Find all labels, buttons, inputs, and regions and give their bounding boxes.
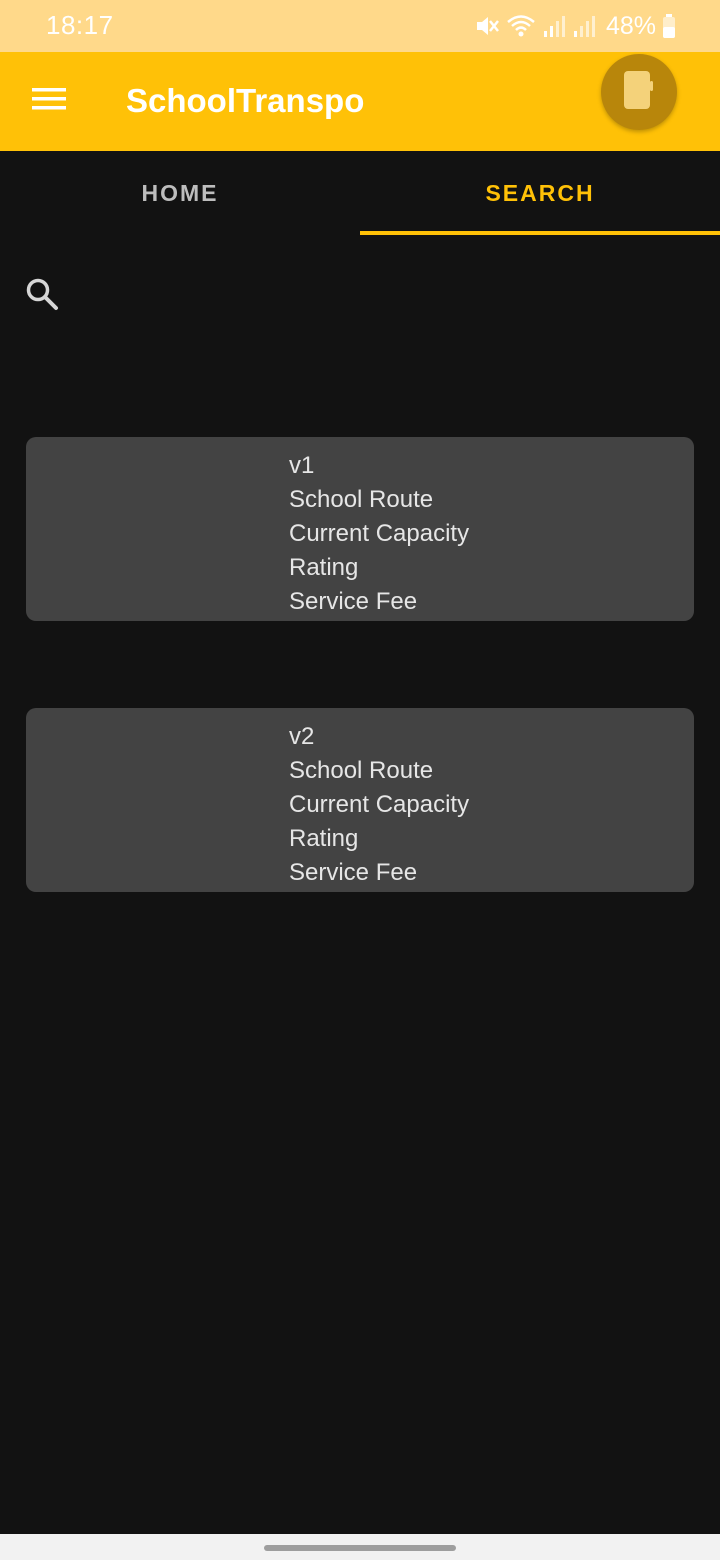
battery-percentage: 48%	[605, 11, 656, 40]
profile-icon	[622, 69, 656, 116]
signal-icon	[572, 13, 596, 39]
search-icon	[24, 276, 60, 317]
current-capacity-label: Current Capacity	[289, 791, 470, 818]
hamburger-menu-icon	[32, 86, 66, 117]
tab-home[interactable]: HOME	[0, 151, 360, 235]
vehicle-name: v2	[289, 723, 315, 750]
current-capacity-label: Current Capacity	[289, 520, 470, 547]
tab-bar: HOME SEARCH	[0, 151, 720, 235]
vehicle-card-text: v2 School Route Current Capacity Rating …	[289, 720, 469, 890]
wifi-icon	[506, 13, 536, 39]
school-route-label: School Route	[289, 486, 434, 513]
status-icons: 48%	[474, 10, 676, 42]
rating-label: Rating	[289, 554, 359, 581]
service-fee-label: Service Fee	[289, 859, 418, 886]
vehicle-card[interactable]: v1 School Route Current Capacity Rating …	[26, 437, 694, 621]
status-bar: 18:17 48%	[0, 0, 720, 52]
screen: 18:17 48% SchoolTranspo HOME SEARCH v1 S…	[0, 0, 720, 1560]
tab-search-label: SEARCH	[485, 179, 595, 206]
battery-icon	[662, 13, 676, 39]
service-fee-label: Service Fee	[289, 588, 418, 615]
app-title: SchoolTranspo	[126, 82, 365, 119]
tab-search[interactable]: SEARCH	[360, 151, 720, 235]
system-nav-bar	[0, 1534, 720, 1560]
search-button[interactable]	[20, 274, 64, 318]
school-route-label: School Route	[289, 757, 434, 784]
rating-label: Rating	[289, 825, 359, 852]
vehicle-card[interactable]: v2 School Route Current Capacity Rating …	[26, 708, 694, 892]
mute-icon	[474, 13, 500, 39]
menu-button[interactable]	[20, 72, 78, 130]
status-time: 18:17	[46, 10, 114, 40]
gesture-handle[interactable]	[264, 1545, 456, 1551]
signal-icon	[542, 13, 566, 39]
app-bar: SchoolTranspo	[0, 52, 720, 151]
profile-button[interactable]	[601, 54, 677, 130]
tab-selected-indicator	[360, 231, 720, 235]
vehicle-name: v1	[289, 452, 315, 479]
vehicle-card-text: v1 School Route Current Capacity Rating …	[289, 449, 469, 619]
